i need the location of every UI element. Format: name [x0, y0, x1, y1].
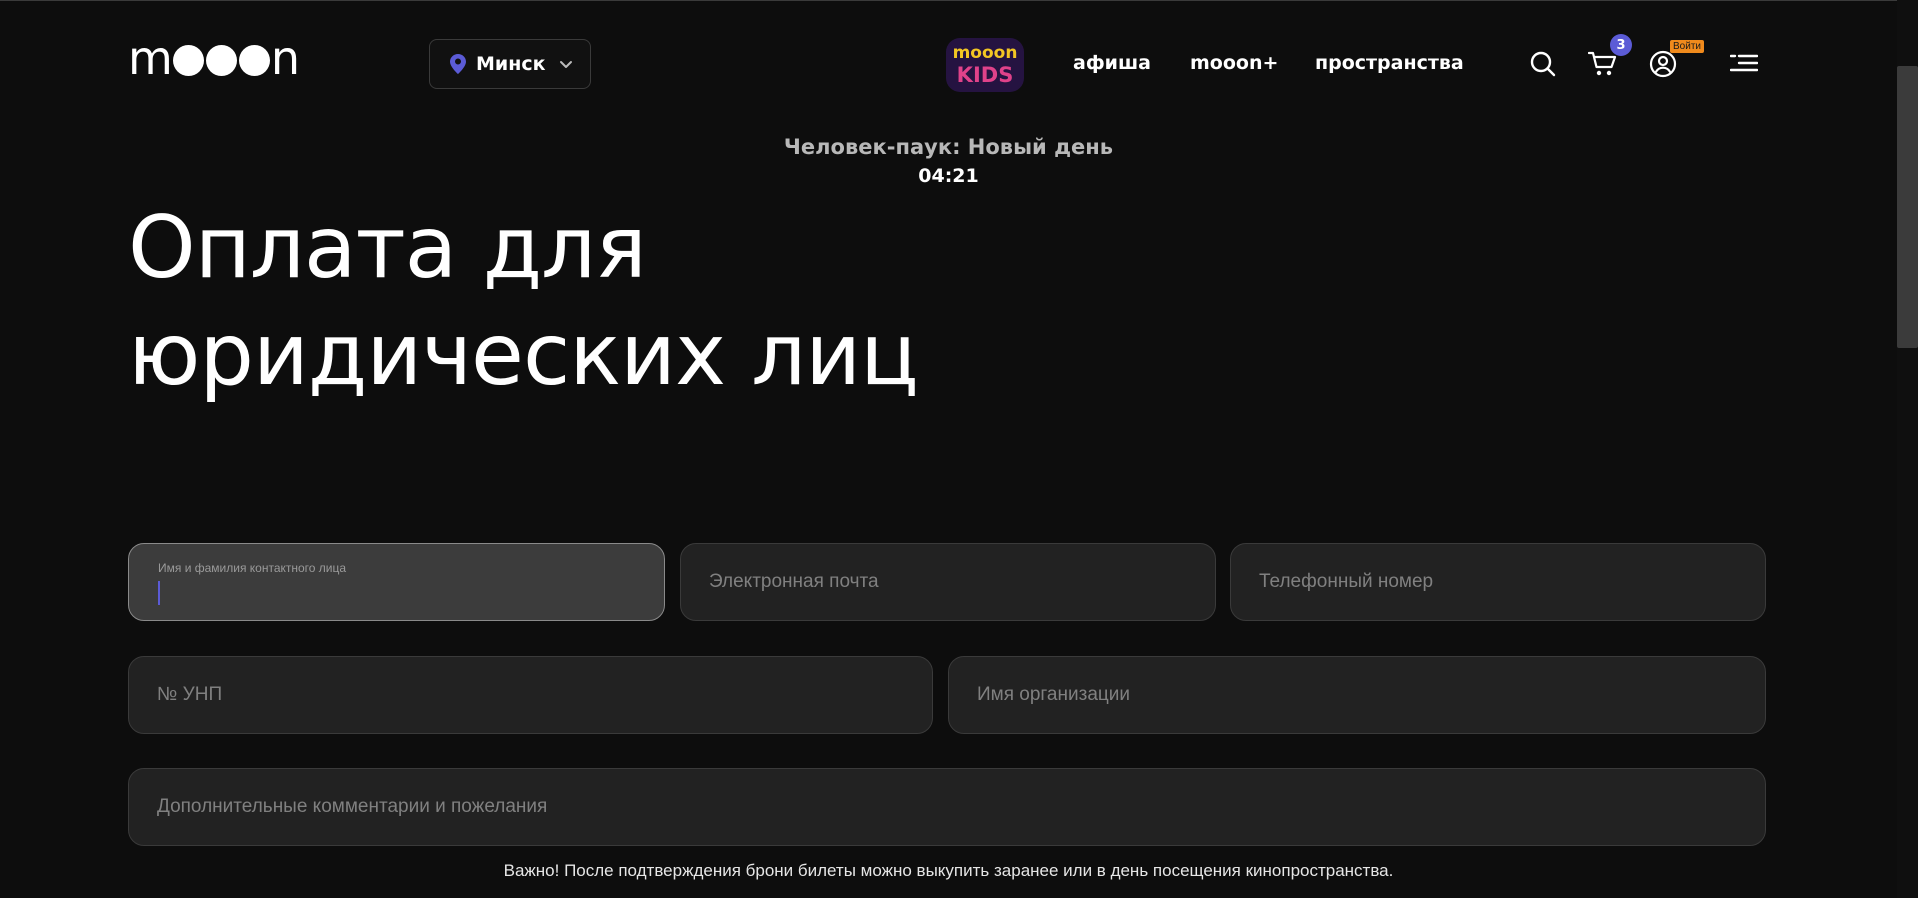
- unp-input[interactable]: [129, 657, 932, 733]
- email-input[interactable]: [681, 544, 1215, 620]
- scrollbar-thumb[interactable]: [1897, 66, 1918, 348]
- text-caret: [158, 581, 160, 605]
- city-select[interactable]: Минск: [429, 39, 591, 89]
- phone-field[interactable]: [1230, 543, 1766, 621]
- top-border: [0, 0, 1918, 1]
- email-field[interactable]: [680, 543, 1216, 621]
- organization-field[interactable]: [948, 656, 1766, 734]
- session-timer: 04:21: [918, 165, 979, 187]
- contact-name-label: Имя и фамилия контактного лица: [158, 561, 347, 575]
- unp-field[interactable]: [128, 656, 933, 734]
- organization-input[interactable]: [949, 657, 1765, 733]
- contact-name-input[interactable]: [129, 544, 664, 620]
- nav-afisha[interactable]: афиша: [1073, 52, 1151, 74]
- cart-count-badge: 3: [1610, 34, 1632, 56]
- comment-input[interactable]: [129, 769, 1765, 845]
- chevron-down-icon: [560, 61, 572, 68]
- kids-logo-top: mooon: [953, 43, 1018, 63]
- page-title: Оплата для юридических лиц: [128, 198, 919, 405]
- booking-notice: Важно! После подтверждения брони билеты …: [503, 861, 1394, 880]
- search-icon[interactable]: [1530, 51, 1556, 77]
- city-label: Минск: [476, 53, 546, 75]
- cart-icon[interactable]: [1588, 50, 1618, 78]
- logo-prefix: m: [128, 31, 173, 85]
- contact-name-field[interactable]: Имя и фамилия контактного лица: [128, 543, 665, 621]
- page-scrollbar[interactable]: [1897, 0, 1918, 898]
- comment-field[interactable]: [128, 768, 1766, 846]
- phone-input[interactable]: [1231, 544, 1765, 620]
- mooon-kids-logo[interactable]: mooon KIDS: [944, 34, 1026, 96]
- logo-suffix: n: [270, 31, 300, 85]
- menu-icon[interactable]: [1730, 53, 1758, 73]
- logo-dot: [172, 44, 204, 76]
- kids-logo-bottom: KIDS: [957, 63, 1014, 87]
- logo-dot: [205, 44, 237, 76]
- mooon-logo[interactable]: m n: [128, 31, 300, 85]
- nav-spaces[interactable]: пространства: [1315, 52, 1464, 74]
- user-icon[interactable]: [1649, 50, 1677, 78]
- login-badge[interactable]: Войти: [1670, 40, 1704, 53]
- nav-mooon-plus[interactable]: mooon+: [1190, 52, 1278, 74]
- movie-title: Человек-паук: Новый день: [783, 135, 1114, 159]
- location-pin-icon: [450, 54, 466, 74]
- logo-dot: [238, 44, 270, 76]
